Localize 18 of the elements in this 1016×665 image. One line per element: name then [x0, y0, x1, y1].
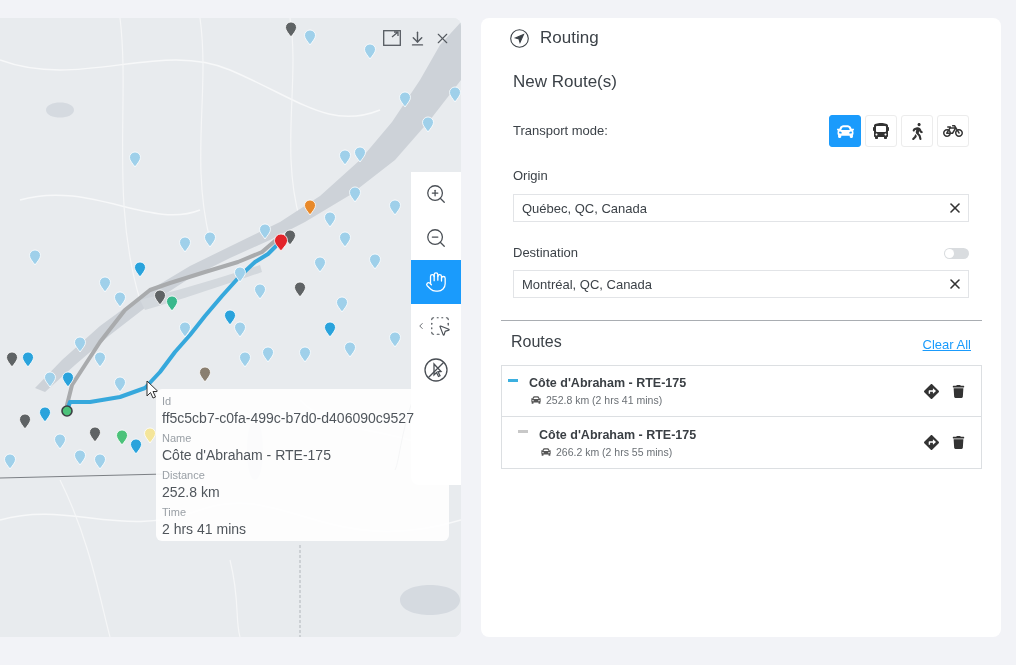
- route-summary: 266.2 km (2 hrs 55 mins): [556, 444, 673, 459]
- tooltip-value: 252.8 km: [162, 483, 220, 502]
- tooltip-label: Name: [162, 431, 192, 445]
- transport-mode-label: Transport mode:: [513, 122, 608, 140]
- route-name: Côte d'Abraham - RTE-175: [539, 426, 697, 443]
- route-name: Côte d'Abraham - RTE-175: [529, 375, 687, 391]
- tooltip-value: 2 hrs 41 mins: [162, 520, 247, 539]
- tooltip-label: Time: [162, 505, 187, 519]
- routes-title: Routes: [511, 332, 562, 352]
- tooltip-value: Côte d'Abraham - RTE-175: [162, 446, 331, 465]
- section-title: New Route(s): [513, 71, 617, 93]
- origin-label: Origin: [513, 167, 548, 185]
- panel-title: Routing: [540, 27, 599, 49]
- tooltip-label: Id: [162, 394, 172, 408]
- tooltip-label: Distance: [162, 468, 205, 482]
- route-summary: 252.8 km (2 hrs 41 mins): [546, 393, 663, 407]
- destination-label: Destination: [513, 244, 579, 262]
- tooltip-value: ff5c5cb7-c0fa-499c-b7d0-d406090c9527: [162, 409, 414, 428]
